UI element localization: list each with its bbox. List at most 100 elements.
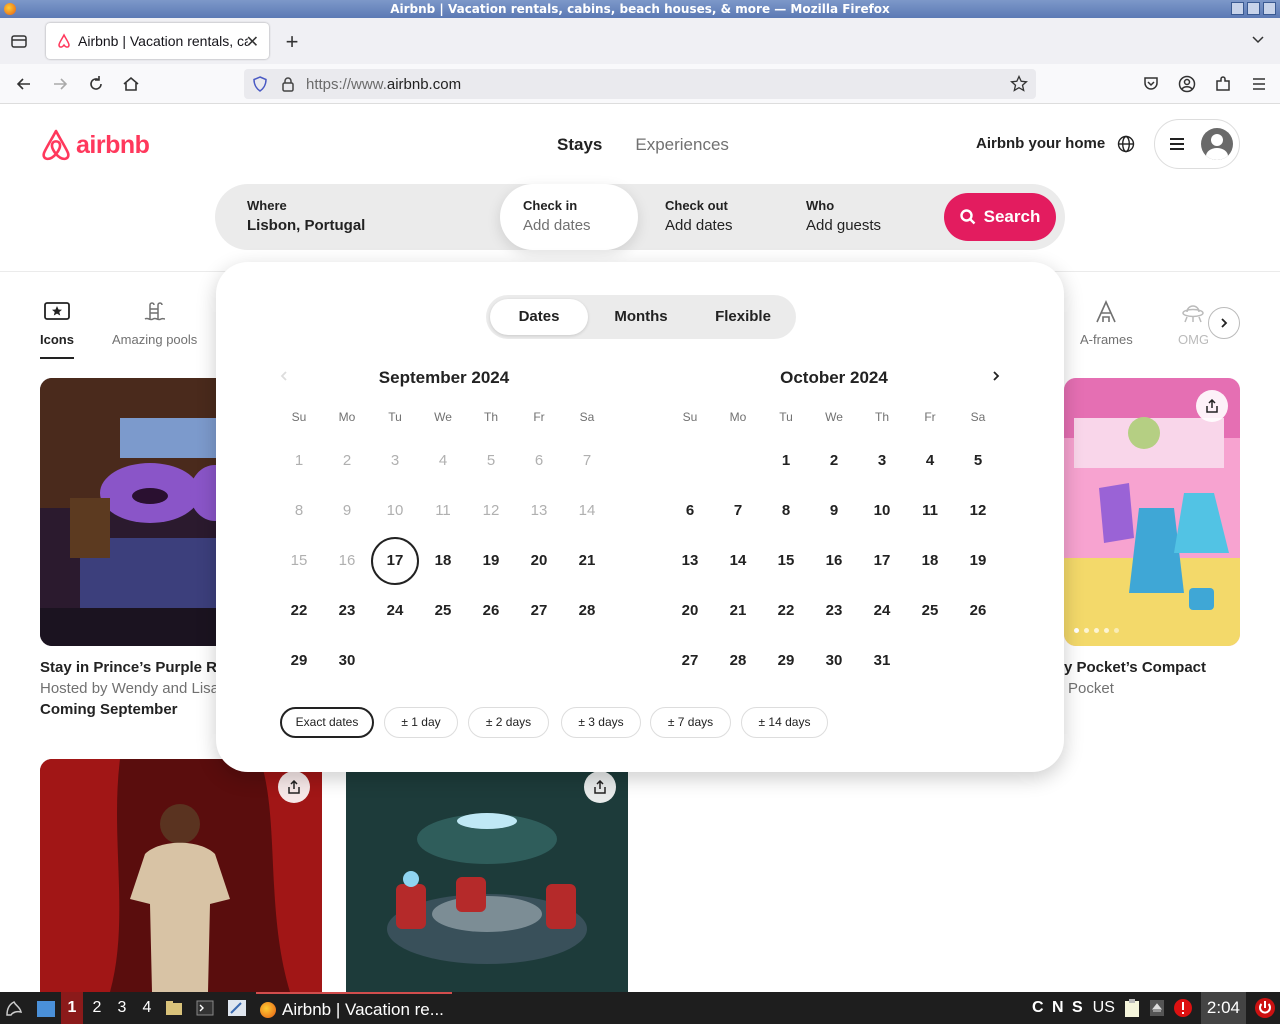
- forward-button[interactable]: [49, 73, 71, 95]
- share-button[interactable]: [278, 771, 310, 803]
- exact-dates-button[interactable]: Exact dates: [280, 707, 374, 738]
- listing-image-purple-rain[interactable]: [40, 378, 240, 646]
- clipboard-icon[interactable]: [1123, 998, 1141, 1018]
- account-icon[interactable]: [1176, 73, 1198, 95]
- calendar-day[interactable]: 29: [275, 637, 323, 685]
- pocket-icon[interactable]: [1140, 73, 1162, 95]
- where-field[interactable]: Where Lisbon, Portugal: [215, 184, 500, 250]
- calendar-day[interactable]: 7: [714, 487, 762, 535]
- calendar-day[interactable]: 31: [858, 637, 906, 685]
- calendar-day[interactable]: 2: [810, 437, 858, 485]
- calendar-day[interactable]: 9: [810, 487, 858, 535]
- airbnb-logo[interactable]: airbnb: [40, 128, 150, 162]
- list-all-tabs-icon[interactable]: [1250, 31, 1266, 47]
- check-out-field[interactable]: Check out Add dates: [638, 184, 778, 250]
- listing-image-kevin-hart[interactable]: [40, 759, 322, 992]
- power-icon[interactable]: [1254, 997, 1276, 1019]
- calendar-day[interactable]: 27: [515, 587, 563, 635]
- workspace-2[interactable]: 2: [86, 992, 108, 1024]
- category-next-button[interactable]: [1208, 307, 1240, 339]
- eject-icon[interactable]: [1149, 999, 1165, 1017]
- tab-experiences[interactable]: Experiences: [635, 135, 729, 155]
- calendar-day[interactable]: 3: [858, 437, 906, 485]
- calendar-day[interactable]: 29: [762, 637, 810, 685]
- tab-flexible[interactable]: Flexible: [694, 299, 792, 335]
- calendar-day[interactable]: 14: [714, 537, 762, 585]
- new-tab-button[interactable]: +: [280, 29, 304, 55]
- lock-icon[interactable]: [280, 76, 296, 92]
- close-tab-icon[interactable]: ✕: [246, 32, 259, 52]
- listing-image-polly-pocket[interactable]: [1064, 378, 1240, 646]
- who-field[interactable]: Who Add guests: [780, 184, 930, 250]
- reload-button[interactable]: [85, 73, 107, 95]
- taskbar-firefox-window[interactable]: Airbnb | Vacation re...: [256, 992, 452, 1024]
- workspace-4[interactable]: 4: [136, 992, 158, 1024]
- calendar-day[interactable]: 28: [563, 587, 611, 635]
- calendar-day[interactable]: 18: [906, 537, 954, 585]
- url-text[interactable]: https://www.airbnb.com: [306, 76, 461, 93]
- share-button[interactable]: [1196, 390, 1228, 422]
- calendar-day[interactable]: 17: [858, 537, 906, 585]
- flexible-range-button[interactable]: ± 7 days: [650, 707, 731, 738]
- text-editor-icon[interactable]: [227, 999, 247, 1017]
- calendar-day[interactable]: 12: [954, 487, 1002, 535]
- tab-stays[interactable]: Stays: [557, 135, 602, 155]
- calendar-day[interactable]: 5: [954, 437, 1002, 485]
- back-button[interactable]: [13, 73, 35, 95]
- share-button[interactable]: [584, 771, 616, 803]
- calendar-day[interactable]: 8: [762, 487, 810, 535]
- calendar-day[interactable]: 19: [467, 537, 515, 585]
- terminal-icon[interactable]: [196, 1000, 214, 1016]
- category-omg[interactable]: OMG!: [1178, 300, 1208, 347]
- calendar-day[interactable]: 21: [714, 587, 762, 635]
- check-in-field[interactable]: Check in Add dates: [500, 184, 638, 250]
- home-button[interactable]: [120, 73, 142, 95]
- listing-title[interactable]: Stay in Prince’s Purple Rai: [40, 659, 230, 676]
- calendar-day[interactable]: 27: [666, 637, 714, 685]
- category-a-frames[interactable]: A-frames: [1080, 300, 1133, 347]
- firefox-view-icon[interactable]: [10, 32, 28, 50]
- listing-image-spaceship[interactable]: [346, 759, 628, 992]
- calendar-day[interactable]: 25: [906, 587, 954, 635]
- search-button[interactable]: Search: [944, 193, 1056, 241]
- calendar-day[interactable]: 16: [810, 537, 858, 585]
- calendar-day[interactable]: 23: [810, 587, 858, 635]
- calendar-day[interactable]: 21: [563, 537, 611, 585]
- flexible-range-button[interactable]: ± 1 day: [384, 707, 458, 738]
- browser-tab[interactable]: Airbnb | Vacation rentals, cabins, beach…: [46, 23, 269, 59]
- file-manager-icon[interactable]: [165, 1000, 183, 1016]
- user-menu-button[interactable]: [1154, 119, 1240, 169]
- extensions-icon[interactable]: [1212, 73, 1234, 95]
- calendar-day[interactable]: 30: [323, 637, 371, 685]
- calendar-day[interactable]: 30: [810, 637, 858, 685]
- calendar-day[interactable]: 20: [666, 587, 714, 635]
- keyboard-layout[interactable]: US: [1093, 999, 1115, 1017]
- workspace-3[interactable]: 3: [111, 992, 133, 1024]
- flexible-range-button[interactable]: ± 3 days: [561, 707, 641, 738]
- tab-months[interactable]: Months: [592, 299, 690, 335]
- calendar-day[interactable]: 20: [515, 537, 563, 585]
- calendar-day[interactable]: 4: [906, 437, 954, 485]
- calendar-day[interactable]: 26: [954, 587, 1002, 635]
- app-menu-icon[interactable]: [1248, 73, 1270, 95]
- category-icons[interactable]: Icons: [40, 300, 74, 359]
- category-amazing-pools[interactable]: Amazing pools: [112, 300, 197, 347]
- flexible-range-button[interactable]: ± 14 days: [741, 707, 828, 738]
- calendar-day[interactable]: 26: [467, 587, 515, 635]
- close-window-button[interactable]: [1263, 2, 1276, 15]
- minimize-button[interactable]: [1231, 2, 1244, 15]
- calendar-day[interactable]: 11: [906, 487, 954, 535]
- calendar-day[interactable]: 23: [323, 587, 371, 635]
- calendar-day[interactable]: 15: [762, 537, 810, 585]
- calendar-day[interactable]: 6: [666, 487, 714, 535]
- maximize-button[interactable]: [1247, 2, 1260, 15]
- calendar-day[interactable]: 17: [371, 537, 419, 585]
- system-menu-icon[interactable]: [4, 998, 24, 1018]
- tab-dates[interactable]: Dates: [490, 299, 588, 335]
- calendar-day[interactable]: 22: [762, 587, 810, 635]
- calendar-day[interactable]: 24: [371, 587, 419, 635]
- calendar-day[interactable]: 19: [954, 537, 1002, 585]
- calendar-day[interactable]: 1: [762, 437, 810, 485]
- calendar-day[interactable]: 10: [858, 487, 906, 535]
- flexible-range-button[interactable]: ± 2 days: [468, 707, 549, 738]
